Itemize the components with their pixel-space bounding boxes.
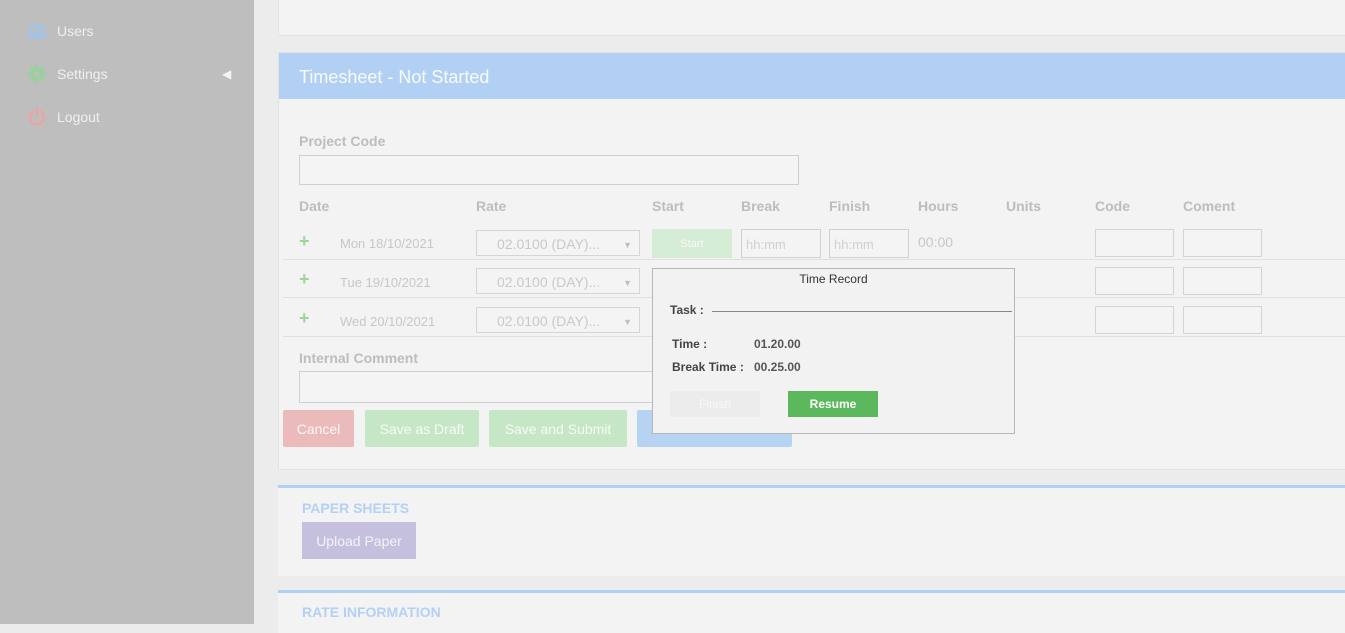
sidebar-item-users[interactable]: Users	[26, 18, 94, 44]
code-input[interactable]	[1095, 229, 1174, 257]
row-date: Tue 19/10/2021	[340, 275, 431, 290]
col-code: Code	[1095, 198, 1130, 214]
caret-down-icon: ▼	[623, 317, 632, 327]
paper-sheets-card: PAPER SHEETS Upload Paper	[278, 485, 1345, 576]
internal-comment-input[interactable]	[299, 371, 701, 403]
project-code-input[interactable]	[299, 155, 799, 185]
project-code-label: Project Code	[299, 133, 386, 149]
rate-select[interactable]: 02.0100 (DAY)... ▼	[476, 230, 640, 256]
hours-value: 00:00	[918, 234, 954, 250]
sidebar-item-label: Users	[57, 23, 94, 39]
chevron-left-icon: ◀	[222, 67, 232, 81]
sidebar-item-label: Logout	[57, 109, 100, 125]
task-field[interactable]	[712, 311, 1012, 312]
finish-button[interactable]: Finish	[670, 391, 760, 417]
gear-icon	[26, 63, 48, 85]
rate-information-card: RATE INFORMATION	[278, 590, 1345, 633]
power-icon	[26, 106, 48, 128]
break-time-label: Break Time :	[672, 360, 744, 374]
rate-select[interactable]: 02.0100 (DAY)... ▼	[476, 268, 640, 294]
time-label: Time :	[672, 337, 708, 351]
sidebar: Users Settings ◀ Logout	[0, 0, 254, 624]
dialog-title: Time Record	[799, 272, 868, 286]
row-divider	[283, 259, 1345, 260]
task-label: Task :	[670, 303, 704, 317]
upload-paper-button[interactable]: Upload Paper	[302, 522, 416, 559]
break-time-value: 00.25.00	[754, 360, 801, 374]
top-card	[278, 0, 1345, 36]
code-input[interactable]	[1095, 306, 1174, 334]
add-row-icon[interactable]: +	[299, 231, 310, 252]
add-row-icon[interactable]: +	[299, 269, 310, 290]
rate-value: 02.0100 (DAY)...	[497, 274, 601, 290]
col-finish: Finish	[829, 198, 871, 214]
timesheet-header: Timesheet - Not Started	[279, 53, 1345, 99]
save-draft-button[interactable]: Save as Draft	[365, 410, 479, 447]
col-date: Date	[299, 198, 330, 214]
col-start: Start	[652, 198, 684, 214]
col-comment: Coment	[1183, 198, 1236, 214]
comment-input[interactable]	[1183, 229, 1262, 257]
add-row-icon[interactable]: +	[299, 308, 310, 329]
caret-down-icon: ▼	[623, 278, 632, 288]
rate-value: 02.0100 (DAY)...	[497, 313, 601, 329]
resume-button[interactable]: Resume	[788, 391, 878, 417]
users-icon	[26, 20, 48, 42]
sidebar-item-settings[interactable]: Settings ◀	[26, 61, 231, 87]
caret-down-icon: ▼	[623, 240, 632, 250]
col-break: Break	[741, 198, 780, 214]
comment-input[interactable]	[1183, 267, 1262, 295]
col-rate: Rate	[476, 198, 507, 214]
time-value: 01.20.00	[754, 337, 801, 351]
internal-comment-label: Internal Comment	[299, 350, 419, 366]
col-hours: Hours	[918, 198, 959, 214]
start-button[interactable]: Start	[652, 229, 732, 258]
rate-value: 02.0100 (DAY)...	[497, 236, 601, 252]
code-input[interactable]	[1095, 267, 1174, 295]
row-date: Mon 18/10/2021	[340, 236, 434, 251]
break-input[interactable]: hh:mm	[741, 229, 821, 258]
time-record-dialog: Time Record Task : Time : 01.20.00 Break…	[652, 268, 1015, 434]
col-units: Units	[1006, 198, 1041, 214]
save-submit-button[interactable]: Save and Submit	[489, 410, 627, 447]
comment-input[interactable]	[1183, 306, 1262, 334]
sidebar-item-logout[interactable]: Logout	[26, 104, 100, 130]
row-date: Wed 20/10/2021	[340, 314, 436, 329]
paper-sheets-title: PAPER SHEETS	[302, 500, 410, 516]
cancel-button[interactable]: Cancel	[283, 410, 354, 447]
rate-information-title: RATE INFORMATION	[302, 604, 441, 620]
sidebar-item-label: Settings	[57, 66, 108, 82]
timesheet-title: Timesheet - Not Started	[299, 67, 490, 87]
finish-input[interactable]: hh:mm	[829, 229, 909, 258]
rate-select[interactable]: 02.0100 (DAY)... ▼	[476, 307, 640, 333]
